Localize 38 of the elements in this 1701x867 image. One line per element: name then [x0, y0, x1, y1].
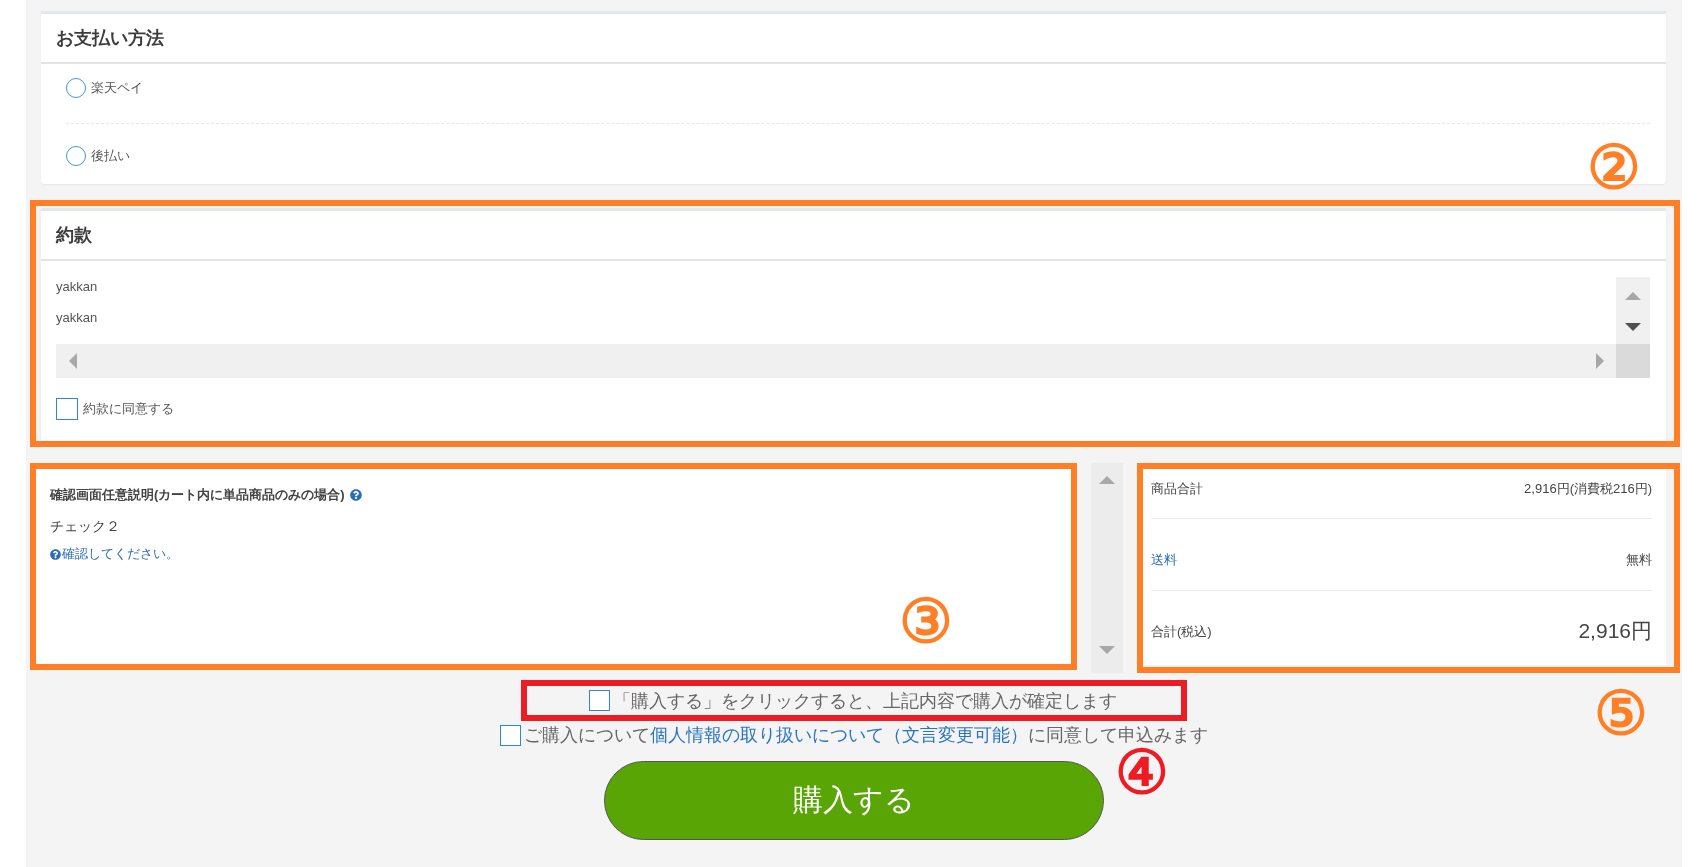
scrollbar-corner	[1616, 344, 1650, 378]
note-title: 確認画面任意説明(カート内に単品商品のみの場合)	[50, 486, 345, 504]
radio-button[interactable]	[66, 78, 86, 98]
note-value: チェック２	[50, 517, 121, 536]
terms-text: yakkan	[56, 278, 99, 296]
radio-label[interactable]: 後払い	[91, 146, 130, 166]
vertical-scrollbar[interactable]	[1616, 277, 1650, 344]
vertical-scrollbar[interactable]	[1091, 463, 1123, 673]
summary-label: 商品合計	[1151, 480, 1203, 498]
section-title: お支払い方法	[41, 14, 1666, 64]
scroll-up-arrow-icon[interactable]	[1099, 476, 1115, 484]
checkbox[interactable]	[56, 398, 78, 420]
circled-number: ⑤	[1594, 684, 1648, 744]
checkbox-label[interactable]: 約款に同意する	[83, 400, 174, 418]
scroll-up-arrow-icon[interactable]	[1625, 292, 1641, 300]
circled-number: ③	[899, 592, 953, 652]
scroll-right-arrow-icon[interactable]	[1596, 353, 1604, 369]
privacy-policy-link[interactable]: 個人情報の取り扱いについて（文言変更可能）	[650, 725, 1028, 745]
summary-value: 無料	[1626, 551, 1652, 569]
scroll-left-arrow-icon[interactable]	[69, 353, 77, 369]
summary-label: 合計(税込)	[1151, 622, 1212, 641]
help-icon	[50, 548, 61, 560]
shipping-link[interactable]: 送料	[1151, 550, 1177, 569]
checkbox[interactable]	[589, 690, 610, 711]
radio-button[interactable]	[66, 146, 86, 166]
help-icon[interactable]	[349, 489, 362, 501]
terms-text-area[interactable]: yakkan yakkan	[56, 277, 1650, 378]
radio-label[interactable]: 楽天ペイ	[91, 78, 143, 98]
total-amount: 2,916円	[1578, 619, 1652, 643]
circled-number: ②	[1587, 138, 1641, 198]
agreement-text: 「購入する」をクリックすると、上記内容で購入が確定します	[613, 689, 1117, 713]
horizontal-scrollbar[interactable]	[56, 344, 1616, 378]
checkbox[interactable]	[500, 724, 521, 746]
terms-text: yakkan	[56, 309, 99, 327]
section-title: 約款	[41, 211, 1666, 261]
scroll-down-arrow-icon[interactable]	[1625, 323, 1641, 331]
summary-value: 2,916円(消費税216円)	[1524, 480, 1652, 498]
confirm-link[interactable]: 確認してください。	[50, 544, 179, 564]
